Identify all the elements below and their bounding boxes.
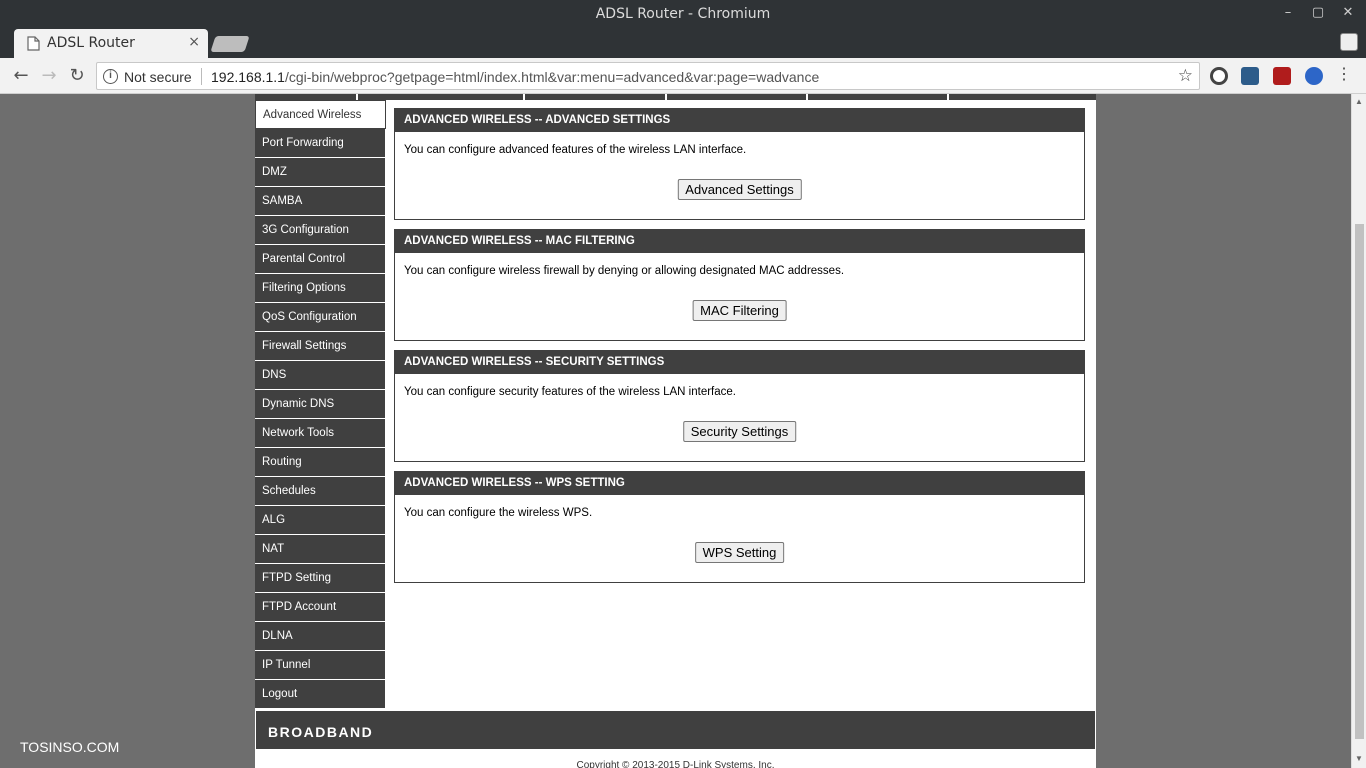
window-title: ADSL Router - Chromium bbox=[595, 6, 771, 22]
mac-filtering-panel: ADVANCED WIRELESS -- MAC FILTERING You c… bbox=[394, 229, 1085, 341]
new-tab-button[interactable] bbox=[210, 36, 250, 52]
security-settings-button[interactable]: Security Settings bbox=[682, 421, 797, 442]
sidebar-item-parental-control[interactable]: Parental Control bbox=[255, 245, 386, 274]
window-controls: – ▢ ✕ bbox=[1280, 5, 1356, 21]
bookmark-star-icon[interactable]: ☆ bbox=[1178, 66, 1193, 86]
panel-description: You can configure security features of t… bbox=[404, 386, 736, 398]
panel-description: You can configure advanced features of t… bbox=[404, 144, 747, 156]
extension-icon[interactable] bbox=[1241, 67, 1259, 85]
sidebar-item-samba[interactable]: SAMBA bbox=[255, 187, 386, 216]
sidebar-item-dns[interactable]: DNS bbox=[255, 361, 386, 390]
sidebar-item-ftpd-setting[interactable]: FTPD Setting bbox=[255, 564, 386, 593]
omnibox-separator bbox=[201, 68, 202, 85]
info-icon[interactable]: i bbox=[103, 69, 118, 84]
watermark-text: TOSINSO.COM bbox=[20, 739, 120, 755]
sidebar-item-advanced-wireless[interactable]: Advanced Wireless bbox=[255, 100, 386, 129]
panel-heading: ADVANCED WIRELESS -- SECURITY SETTINGS bbox=[395, 351, 1084, 374]
router-page: Advanced Wireless Port Forwarding DMZ SA… bbox=[255, 94, 1096, 768]
sidebar-item-nat[interactable]: NAT bbox=[255, 535, 386, 564]
sidebar-item-qos-configuration[interactable]: QoS Configuration bbox=[255, 303, 386, 332]
url-text[interactable]: 192.168.1.1/cgi-bin/webproc?getpage=html… bbox=[211, 69, 819, 85]
maximize-button[interactable]: ▢ bbox=[1310, 5, 1326, 21]
wps-setting-panel: ADVANCED WIRELESS -- WPS SETTING You can… bbox=[394, 471, 1085, 583]
forward-button[interactable]: → bbox=[38, 65, 60, 87]
window-title-bar: ADSL Router - Chromium – ▢ ✕ bbox=[0, 0, 1366, 28]
sidebar-item-dynamic-dns[interactable]: Dynamic DNS bbox=[255, 390, 386, 419]
tab-title: ADSL Router bbox=[47, 35, 135, 51]
panel-description: You can configure the wireless WPS. bbox=[404, 507, 593, 519]
back-button[interactable]: ← bbox=[10, 65, 32, 87]
page-icon bbox=[27, 36, 40, 51]
sidebar-item-3g-configuration[interactable]: 3G Configuration bbox=[255, 216, 386, 245]
sidebar-item-dmz[interactable]: DMZ bbox=[255, 158, 386, 187]
tab-strip: ADSL Router × bbox=[0, 28, 1366, 58]
wps-setting-button[interactable]: WPS Setting bbox=[694, 542, 785, 563]
sidebar-item-firewall-settings[interactable]: Firewall Settings bbox=[255, 332, 386, 361]
extension-icon[interactable] bbox=[1305, 67, 1323, 85]
sidebar-menu: Advanced Wireless Port Forwarding DMZ SA… bbox=[255, 100, 386, 709]
sidebar-item-routing[interactable]: Routing bbox=[255, 448, 386, 477]
security-settings-panel: ADVANCED WIRELESS -- SECURITY SETTINGS Y… bbox=[394, 350, 1085, 462]
extension-icon[interactable] bbox=[1210, 67, 1228, 85]
browser-tab[interactable]: ADSL Router × bbox=[14, 29, 208, 58]
page-viewport: Advanced Wireless Port Forwarding DMZ SA… bbox=[0, 94, 1366, 768]
main-content: ADVANCED WIRELESS -- ADVANCED SETTINGS Y… bbox=[394, 108, 1085, 592]
security-indicator[interactable]: Not secure bbox=[124, 69, 192, 85]
copyright-text: Copyright © 2013-2015 D-Link Systems, In… bbox=[576, 760, 775, 768]
profile-icon[interactable] bbox=[1340, 33, 1358, 51]
broadband-logo: BROADBAND bbox=[268, 724, 374, 740]
sidebar-item-schedules[interactable]: Schedules bbox=[255, 477, 386, 506]
sidebar-item-filtering-options[interactable]: Filtering Options bbox=[255, 274, 386, 303]
vertical-scrollbar[interactable]: ▲ ▼ bbox=[1351, 94, 1366, 768]
scroll-up-icon[interactable]: ▲ bbox=[1355, 97, 1363, 106]
reload-button[interactable]: ↻ bbox=[66, 65, 88, 87]
sidebar-item-alg[interactable]: ALG bbox=[255, 506, 386, 535]
mac-filtering-button[interactable]: MAC Filtering bbox=[692, 300, 787, 321]
url-path: /cgi-bin/webproc?getpage=html/index.html… bbox=[284, 69, 820, 85]
sidebar-item-ftpd-account[interactable]: FTPD Account bbox=[255, 593, 386, 622]
tab-close-icon[interactable]: × bbox=[188, 34, 200, 50]
url-host: 192.168.1.1 bbox=[211, 69, 285, 85]
close-window-button[interactable]: ✕ bbox=[1340, 5, 1356, 21]
panel-heading: ADVANCED WIRELESS -- WPS SETTING bbox=[395, 472, 1084, 495]
sidebar-item-port-forwarding[interactable]: Port Forwarding bbox=[255, 129, 386, 158]
sidebar-item-ip-tunnel[interactable]: IP Tunnel bbox=[255, 651, 386, 680]
footer-band: BROADBAND bbox=[255, 710, 1096, 750]
panel-heading: ADVANCED WIRELESS -- ADVANCED SETTINGS bbox=[395, 109, 1084, 132]
panel-description: You can configure wireless firewall by d… bbox=[404, 265, 845, 277]
scroll-down-icon[interactable]: ▼ bbox=[1355, 754, 1363, 763]
advanced-settings-button[interactable]: Advanced Settings bbox=[677, 179, 802, 200]
browser-menu-icon[interactable]: ⋮ bbox=[1336, 66, 1352, 84]
address-bar[interactable]: i Not secure 192.168.1.1/cgi-bin/webproc… bbox=[96, 62, 1200, 90]
panel-heading: ADVANCED WIRELESS -- MAC FILTERING bbox=[395, 230, 1084, 253]
sidebar-item-network-tools[interactable]: Network Tools bbox=[255, 419, 386, 448]
advanced-settings-panel: ADVANCED WIRELESS -- ADVANCED SETTINGS Y… bbox=[394, 108, 1085, 220]
sidebar-item-logout[interactable]: Logout bbox=[255, 680, 386, 709]
sidebar-item-dlna[interactable]: DLNA bbox=[255, 622, 386, 651]
minimize-button[interactable]: – bbox=[1280, 5, 1296, 21]
ublock-icon[interactable] bbox=[1273, 67, 1291, 85]
browser-toolbar: ← → ↻ i Not secure 192.168.1.1/cgi-bin/w… bbox=[0, 58, 1366, 94]
scrollbar-thumb[interactable] bbox=[1355, 224, 1364, 739]
